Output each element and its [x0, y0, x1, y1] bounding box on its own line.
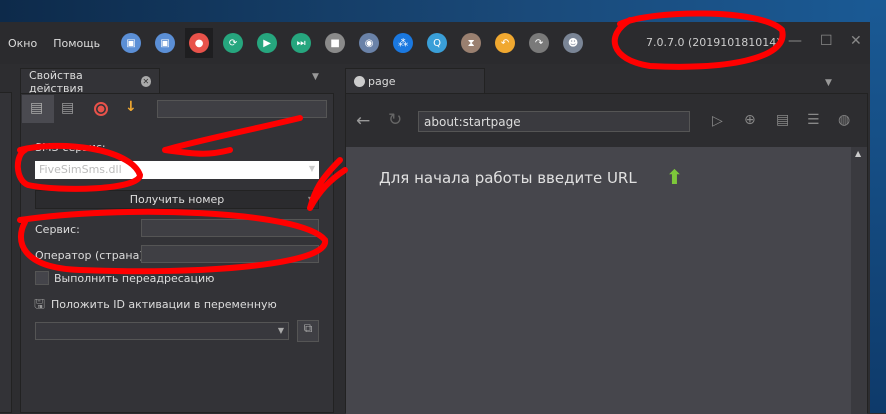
- tab-label: page: [368, 75, 396, 88]
- scroll-up-icon[interactable]: ▲: [855, 149, 861, 158]
- tab-page[interactable]: page: [345, 68, 485, 94]
- record-icon: ●: [194, 37, 204, 49]
- record-icon[interactable]: [94, 102, 108, 116]
- copy-icon: ⧉: [303, 321, 313, 335]
- network-icon: ⁂: [398, 37, 409, 49]
- url-value: about:startpage: [424, 115, 521, 129]
- eye-button[interactable]: ◉: [359, 33, 380, 53]
- action-select[interactable]: Получить номер ▼: [35, 190, 319, 209]
- service-label: Сервис:: [35, 223, 80, 236]
- record-button-wrap: ●: [185, 28, 214, 58]
- step-icon: ⏭: [296, 37, 306, 49]
- redo-icon: ↷: [534, 37, 544, 49]
- url-input[interactable]: about:startpage: [418, 111, 690, 132]
- undo-button[interactable]: ↶: [495, 33, 516, 53]
- search-icon: Q: [433, 37, 442, 49]
- service-input[interactable]: [141, 219, 319, 237]
- save-icon: ▣: [126, 37, 136, 49]
- search-button[interactable]: Q: [427, 33, 448, 53]
- edit-doc-icon[interactable]: ▤: [61, 100, 74, 116]
- add-icon[interactable]: ⊕: [744, 112, 756, 128]
- play-button[interactable]: ▶: [257, 33, 278, 53]
- save-button[interactable]: ▣: [121, 33, 142, 53]
- toolbar: Окно Помощь ▣ ▣ ● ⟳ ▶ ⏭ ■ ◉ ⁂ Q ⧗ ↶ ↷ ☻ 7.0.7.0 (2019…: [0, 22, 870, 64]
- put-id-label: Положить ID активации в переменную: [51, 298, 277, 311]
- page-view: Для начала работы введите URL ⬆ ▲: [346, 147, 867, 414]
- maximize-button[interactable]: ☐: [820, 33, 833, 49]
- browser-panel: ← ↻ about:startpage ▷ ⊕ ▤ ☰ ◍ Для начала…: [345, 93, 868, 414]
- undo-icon: ↶: [500, 37, 510, 49]
- start-message: Для начала работы введите URL: [379, 169, 637, 187]
- panel-menu-icon[interactable]: ▼: [825, 78, 832, 88]
- user-icon: ☻: [567, 37, 579, 49]
- chevron-down-icon: ▼: [277, 326, 284, 335]
- tab-action-properties[interactable]: Свойства действия ✕: [20, 68, 160, 95]
- save-as-button[interactable]: ▣: [155, 33, 176, 53]
- side-panel: [0, 92, 12, 413]
- redo-button[interactable]: ↷: [529, 33, 550, 53]
- redirect-checkbox[interactable]: [35, 271, 49, 285]
- stop-icon: ■: [330, 37, 340, 49]
- menu-help[interactable]: Помощь: [45, 37, 108, 50]
- globe-icon: [354, 76, 365, 87]
- user-button[interactable]: ☻: [563, 33, 584, 53]
- settings-doc-icon[interactable]: ▤: [22, 95, 54, 123]
- arrow-down-icon[interactable]: ↓: [125, 99, 137, 115]
- play-icon: ▶: [263, 37, 271, 49]
- arrow-up-icon: ⬆: [666, 165, 683, 189]
- hourglass-button[interactable]: ⧗: [461, 33, 482, 53]
- refresh-icon[interactable]: ↻: [388, 110, 402, 130]
- action-properties-panel: ▤ ▤ ↓ SMS-сервис: FiveSimSms.dll ▼ Получи…: [20, 93, 334, 413]
- cookies-icon[interactable]: ◍: [838, 112, 850, 128]
- back-icon[interactable]: ←: [356, 111, 370, 131]
- sms-service-value: FiveSimSms.dll: [39, 163, 122, 176]
- redirect-label: Выполнить переадресацию: [54, 272, 215, 285]
- close-tab-icon[interactable]: ✕: [140, 76, 151, 87]
- repeat-icon: ⟳: [228, 37, 238, 49]
- menu-window[interactable]: Окно: [0, 37, 45, 50]
- hourglass-icon: ⧗: [467, 37, 475, 49]
- copy-button[interactable]: ⧉: [297, 320, 319, 342]
- version-label: 7.0.7.0 (201910181014): [646, 36, 781, 49]
- search-input[interactable]: [157, 100, 327, 118]
- desktop-background: [0, 0, 886, 22]
- minimize-button[interactable]: —: [788, 33, 802, 49]
- page-source-icon[interactable]: ▤: [776, 112, 789, 128]
- operator-label: Оператор (страна):: [35, 249, 148, 262]
- tab-label: Свойства действия: [29, 68, 84, 95]
- save-as-icon: ▣: [160, 37, 170, 49]
- action-select-value: Получить номер: [129, 193, 225, 206]
- save-to-variable-icon[interactable]: 🖫: [34, 295, 45, 317]
- chevron-down-icon: ▼: [308, 164, 315, 173]
- scrollbar[interactable]: ▲: [851, 147, 867, 414]
- repeat-button[interactable]: ⟳: [223, 33, 244, 53]
- close-button[interactable]: ✕: [850, 33, 862, 49]
- sms-service-select[interactable]: FiveSimSms.dll ▼: [35, 161, 319, 179]
- chevron-down-icon: ▼: [307, 195, 314, 204]
- eye-icon: ◉: [364, 37, 374, 49]
- variable-select[interactable]: ▼: [35, 322, 289, 340]
- desktop-background-right: [870, 0, 886, 413]
- step-button[interactable]: ⏭: [291, 33, 312, 53]
- panel-menu-icon[interactable]: ▼: [312, 72, 319, 82]
- storage-icon[interactable]: ☰: [807, 112, 820, 128]
- sms-service-label: SMS-сервис:: [35, 141, 106, 154]
- go-icon[interactable]: ▷: [712, 113, 723, 129]
- stop-button[interactable]: ■: [325, 33, 346, 53]
- record-button[interactable]: ●: [189, 33, 210, 53]
- operator-input[interactable]: [141, 245, 319, 263]
- network-button[interactable]: ⁂: [393, 33, 414, 53]
